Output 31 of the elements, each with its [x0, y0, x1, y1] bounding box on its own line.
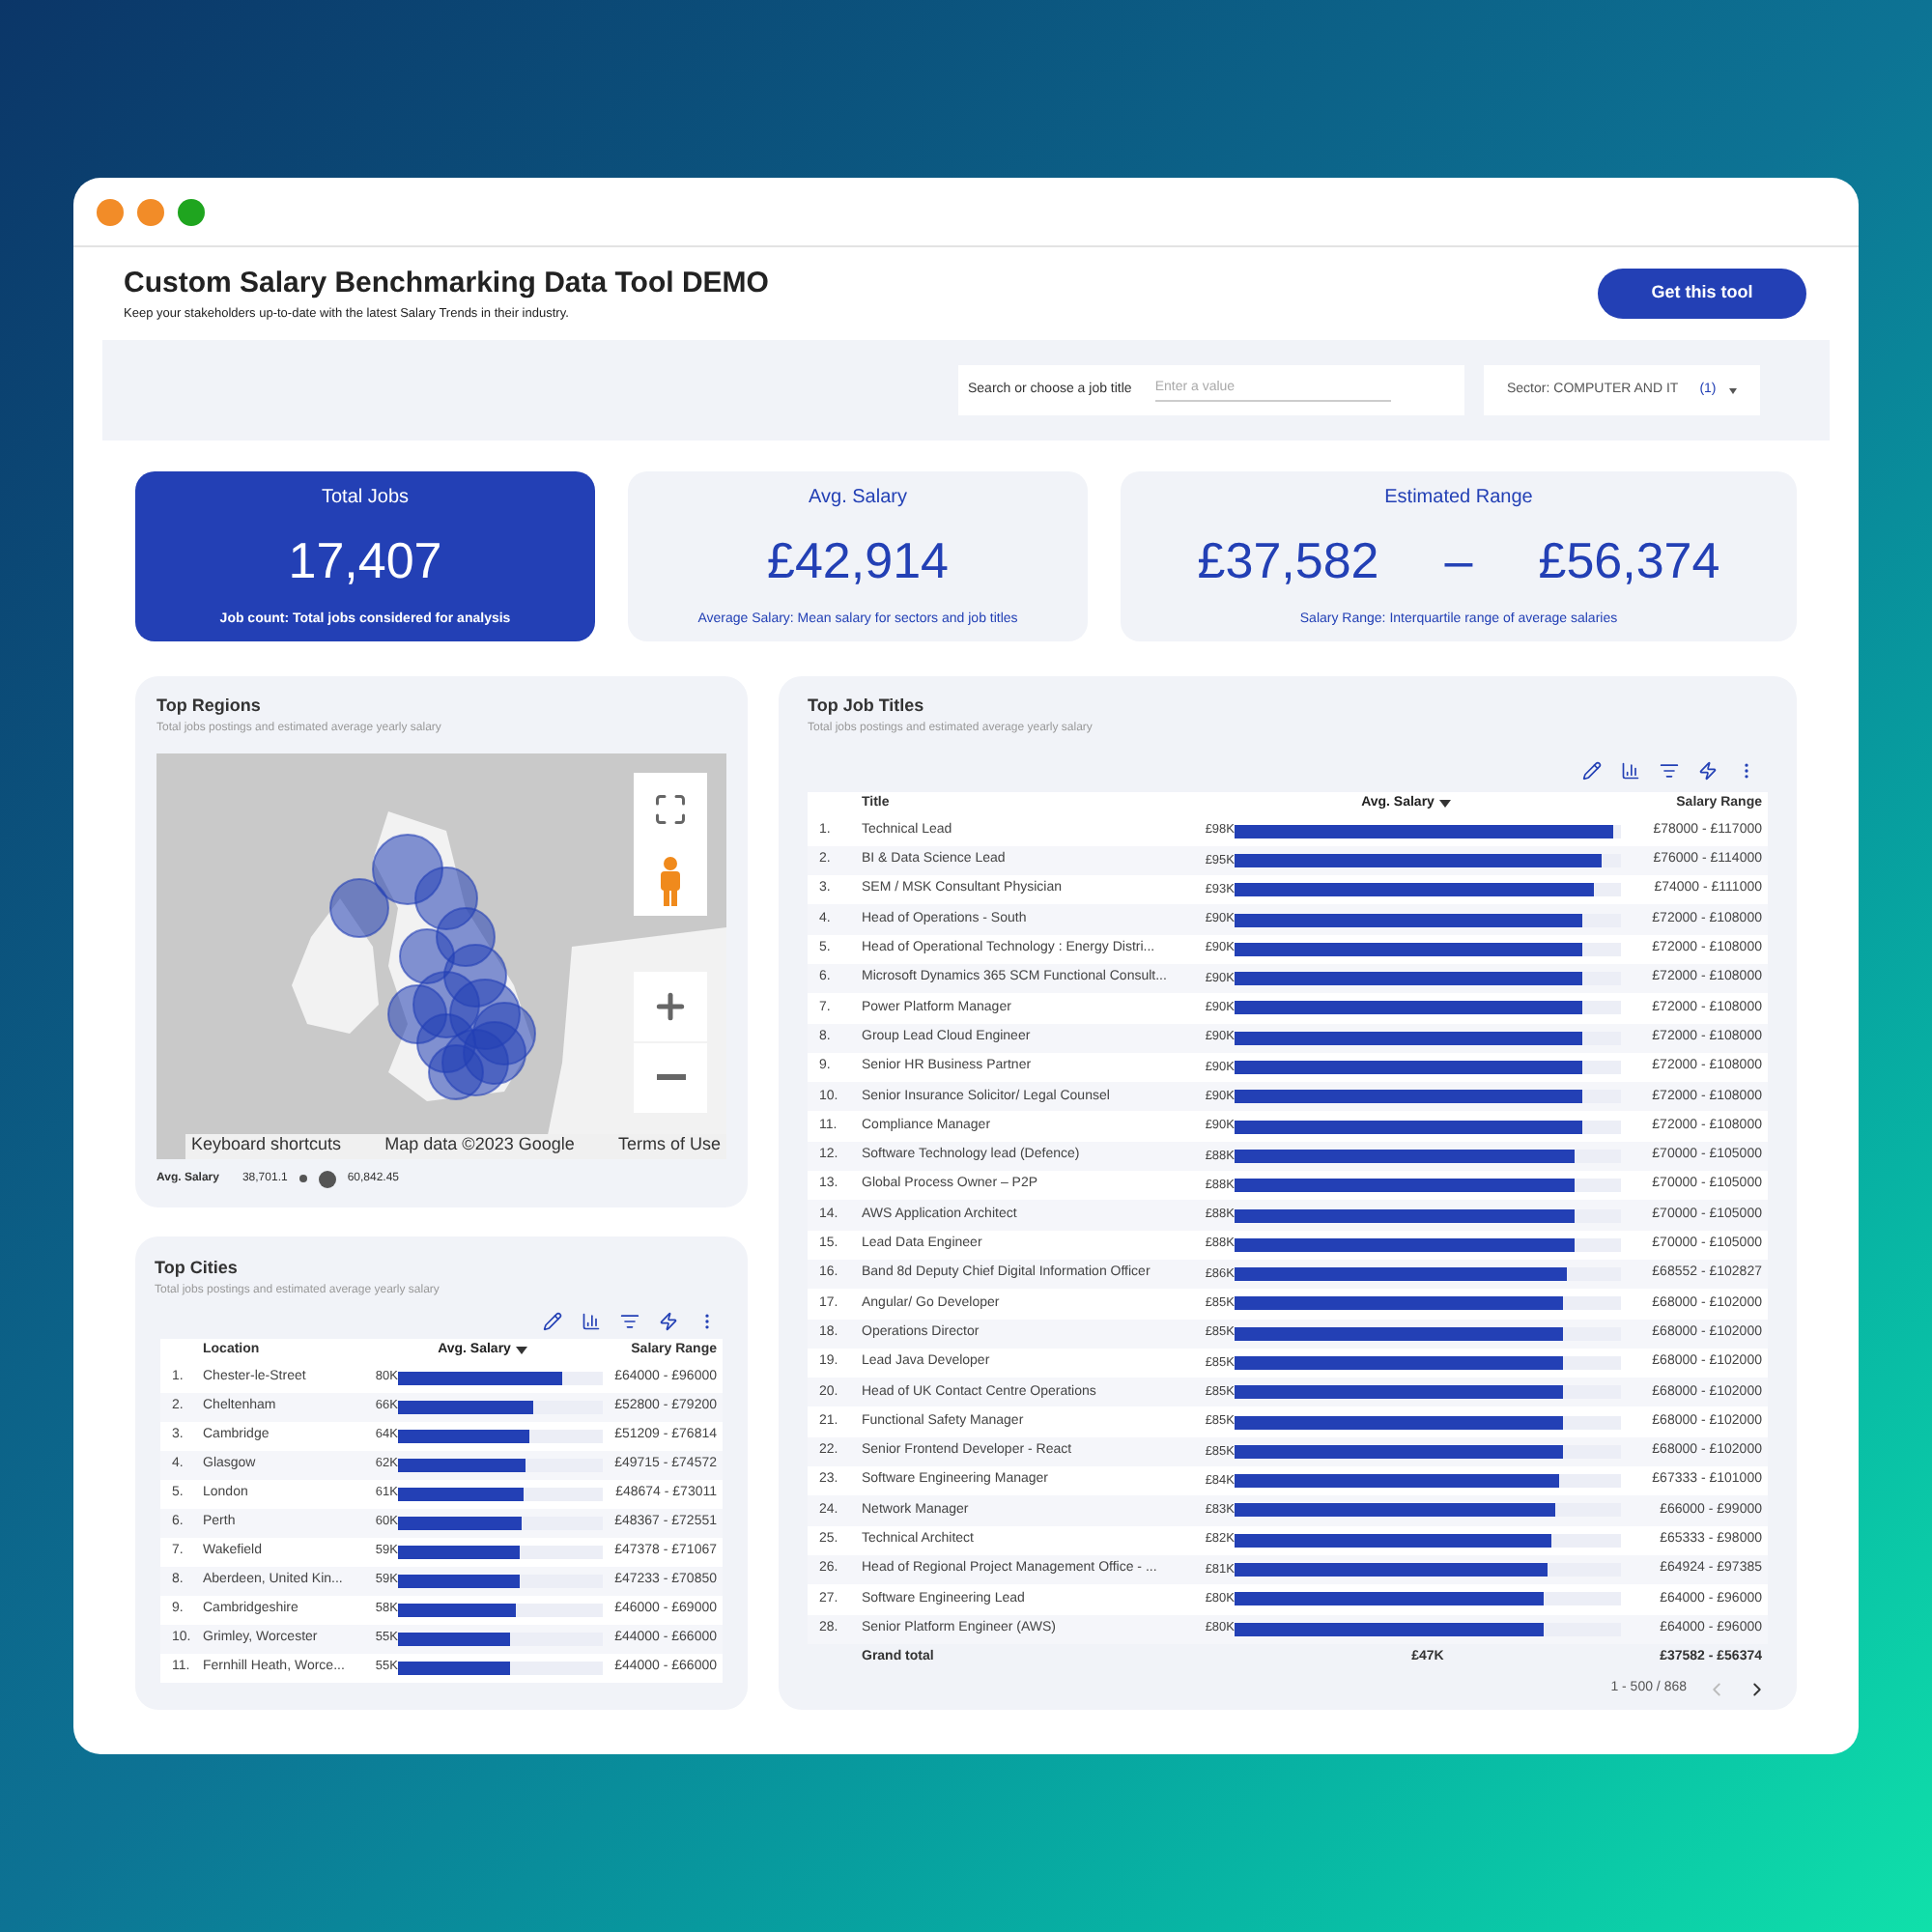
kpi-value: £37,582 [1197, 528, 1379, 593]
kpi-value: 17,407 [288, 528, 442, 593]
lightning-icon[interactable] [659, 1311, 678, 1330]
page-title: Custom Salary Benchmarking Data Tool DEMO [124, 264, 769, 303]
fullscreen-icon [653, 791, 688, 826]
kpi-title: Total Jobs [321, 485, 410, 512]
edit-icon[interactable] [1582, 760, 1602, 780]
card-title: Top Cities [155, 1256, 240, 1281]
attribution-link[interactable]: Map data ©2023 Google [384, 1132, 575, 1158]
chart-icon[interactable] [582, 1311, 601, 1330]
person-icon [659, 855, 682, 905]
chart-icon[interactable] [1621, 760, 1640, 780]
attribution-link[interactable]: Keyboard shortcuts [191, 1132, 342, 1158]
edit-icon[interactable] [543, 1311, 562, 1330]
get-tool-button[interactable]: Get this tool [1598, 269, 1806, 319]
zoom-out-button[interactable] [634, 1042, 707, 1112]
lightning-icon[interactable] [1698, 760, 1718, 780]
caret-icon [1729, 387, 1738, 393]
kpi-value: £42,914 [767, 528, 949, 593]
kpi-value: £56,374 [1538, 528, 1720, 593]
card-title: Top Job Titles [808, 694, 926, 719]
fullscreen-button[interactable] [634, 772, 707, 845]
attribution-link[interactable]: Terms of Use [617, 1132, 721, 1158]
kpi-title: Avg. Salary [809, 485, 907, 512]
filter-icon[interactable] [1660, 760, 1679, 780]
filter-icon[interactable] [620, 1311, 639, 1330]
card-title: Top Regions [156, 694, 263, 719]
range-dash: – [1444, 528, 1473, 593]
kpi-title: Estimated Range [1384, 485, 1533, 512]
minus-icon [656, 1074, 685, 1080]
zoom-in-button[interactable] [634, 971, 707, 1040]
